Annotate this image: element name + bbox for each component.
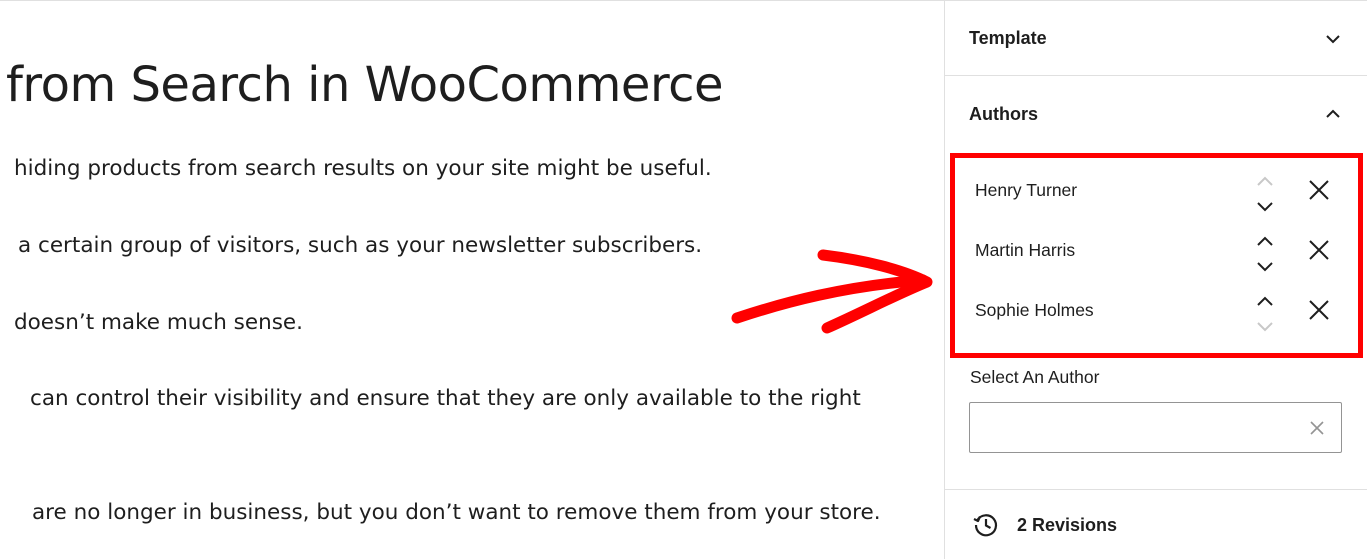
remove-author-button[interactable] [1307, 298, 1331, 322]
authors-list-highlight: Henry Turner Martin Harris Sophie Holmes [950, 153, 1363, 358]
move-up-button[interactable] [1253, 171, 1277, 191]
paragraph-block[interactable]: hiding products from search results on y… [14, 156, 712, 181]
chevron-up-icon [1257, 236, 1273, 246]
chevron-down-icon [1326, 34, 1340, 43]
template-panel-title: Template [969, 28, 1047, 48]
revisions-link[interactable]: 2 Revisions [945, 489, 1367, 559]
move-down-button[interactable] [1253, 197, 1277, 217]
chevron-down-icon [1257, 262, 1273, 272]
chevron-up-icon [1326, 109, 1340, 118]
select-author-input[interactable] [978, 411, 1298, 444]
history-icon [973, 514, 998, 537]
chevron-down-icon [1257, 322, 1273, 332]
close-icon [1309, 240, 1329, 260]
template-panel-toggle[interactable]: Template [945, 2, 1367, 76]
revisions-label: 2 Revisions [1017, 514, 1118, 535]
paragraph-block[interactable]: a certain group of visitors, such as you… [18, 233, 702, 258]
author-row: Martin Harris [955, 218, 1358, 278]
authors-panel-title: Authors [969, 103, 1038, 124]
clear-selection-button[interactable] [1307, 418, 1327, 438]
remove-author-button[interactable] [1307, 178, 1331, 202]
chevron-up-icon [1257, 296, 1273, 306]
move-down-button[interactable] [1253, 257, 1277, 277]
move-up-button[interactable] [1253, 291, 1277, 311]
post-title[interactable]: from Search in WooCommerce [6, 57, 724, 113]
settings-sidebar: Template Authors Henry Turner Martin Har… [944, 0, 1367, 559]
paragraph-block[interactable]: can control their visibility and ensure … [30, 386, 861, 411]
move-down-button[interactable] [1253, 317, 1277, 337]
chevron-down-icon [1257, 202, 1273, 212]
author-name: Henry Turner [975, 180, 1078, 200]
move-up-button[interactable] [1253, 231, 1277, 251]
chevron-up-icon [1257, 176, 1273, 186]
author-name: Martin Harris [975, 240, 1076, 260]
paragraph-block[interactable]: are no longer in business, but you don’t… [32, 500, 881, 525]
select-author-label: Select An Author [970, 367, 1100, 387]
paragraph-block[interactable]: doesn’t make much sense. [14, 310, 303, 335]
authors-panel-toggle[interactable]: Authors [945, 77, 1367, 151]
select-author-combobox[interactable] [969, 402, 1342, 453]
remove-author-button[interactable] [1307, 238, 1331, 262]
editor-canvas: from Search in WooCommerce hiding produc… [0, 0, 945, 559]
author-row: Sophie Holmes [955, 278, 1358, 338]
author-name: Sophie Holmes [975, 300, 1094, 320]
author-row: Henry Turner [955, 158, 1358, 218]
close-icon [1309, 300, 1329, 320]
close-icon [1310, 421, 1324, 435]
close-icon [1309, 180, 1329, 200]
